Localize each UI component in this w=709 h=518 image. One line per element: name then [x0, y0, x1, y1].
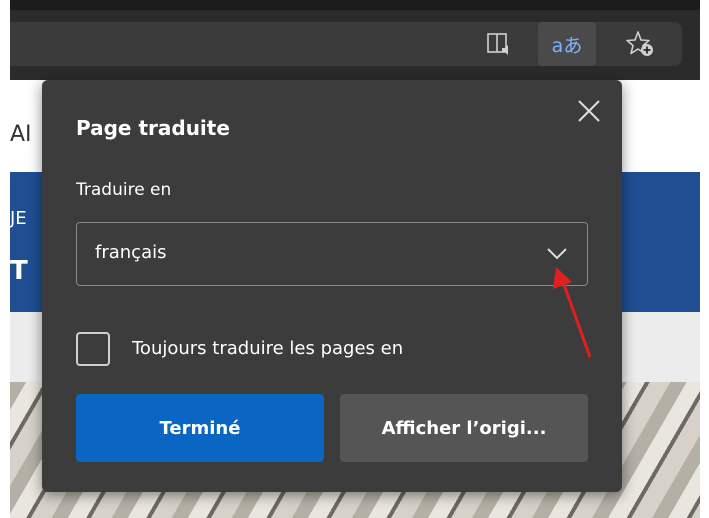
browser-frame: aあ AI JE T Page traduite Traduire en fra… [10, 0, 700, 518]
immersive-reader-icon[interactable] [480, 22, 520, 66]
page-banner-fragment-bold: T [10, 256, 28, 286]
close-icon [578, 100, 600, 122]
star-plus-glyph [626, 31, 653, 56]
always-translate-option[interactable]: Toujours traduire les pages en [76, 332, 556, 368]
translate-icon[interactable]: aあ [538, 22, 596, 66]
translate-icon-text: aあ [551, 34, 583, 57]
immersive-reader-glyph [487, 33, 508, 55]
done-button[interactable]: Terminé [76, 394, 324, 462]
close-button[interactable] [572, 94, 606, 128]
popup-title: Page traduite [76, 116, 230, 140]
translate-to-label: Traduire en [76, 180, 172, 200]
chevron-down-icon [547, 248, 567, 260]
page-banner-fragment: JE [10, 208, 27, 229]
top-strip [10, 0, 700, 10]
always-translate-label: Toujours traduire les pages en [132, 338, 404, 359]
annotation-arrow-icon [553, 267, 592, 358]
always-translate-checkbox[interactable] [76, 332, 110, 366]
add-favorite-icon[interactable] [616, 22, 664, 66]
browser-toolbar: aあ [10, 10, 700, 80]
translate-popup: Page traduite Traduire en français Toujo… [42, 80, 622, 492]
language-dropdown-value: français [95, 242, 167, 263]
language-dropdown[interactable]: français [76, 222, 588, 286]
show-original-button[interactable]: Afficher l’origi... [340, 394, 588, 462]
page-fragment-text: AI [10, 122, 32, 147]
